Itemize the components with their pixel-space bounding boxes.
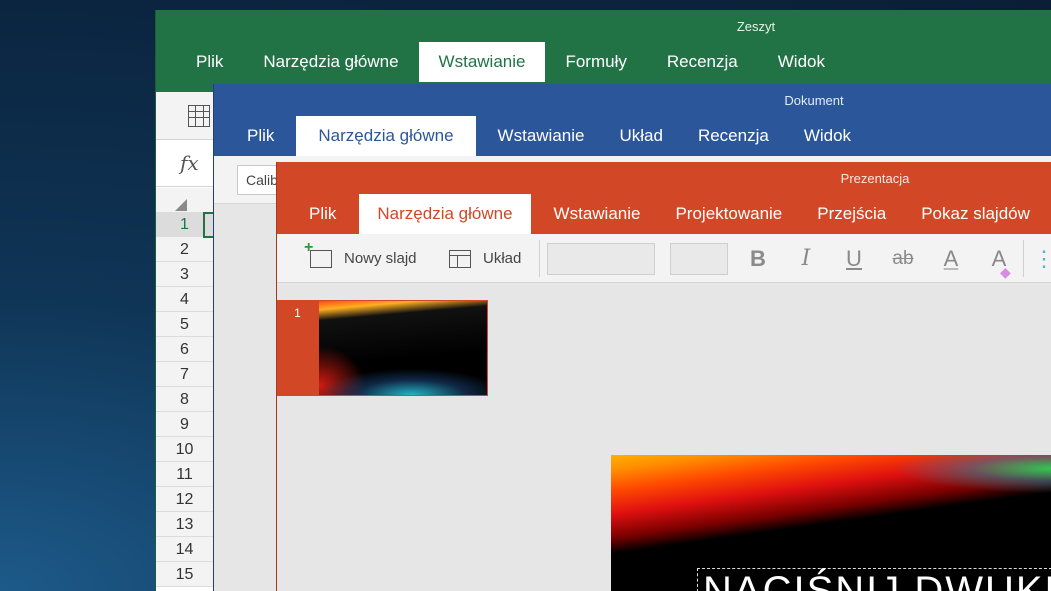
layout-button[interactable]: Układ (449, 234, 522, 282)
row-header[interactable]: 9 (156, 412, 214, 437)
underline-button[interactable]: U (839, 234, 869, 282)
powerpoint-window: Prezentacja Plik Narzędzia główne Wstawi… (276, 162, 1051, 591)
toolbar-divider (1023, 240, 1024, 277)
function-icon[interactable]: fx (180, 151, 199, 175)
highlight-button[interactable]: A ◆ (984, 234, 1014, 282)
slide-thumbnail-number: 1 (277, 300, 318, 396)
ppt-tab-przejscia[interactable]: Przejścia (805, 194, 898, 234)
row-header[interactable]: 4 (156, 287, 214, 312)
powerpoint-titlebar: Prezentacja Plik Narzędzia główne Wstawi… (277, 162, 1051, 234)
bold-button[interactable]: B (743, 234, 773, 282)
ppt-tab-pokaz-slajdow[interactable]: Pokaz slajdów (909, 194, 1042, 234)
italic-button[interactable]: I (791, 234, 821, 282)
excel-tab-narzedzia-glowne[interactable]: Narzędzia główne (243, 42, 418, 82)
row-header[interactable]: 11 (156, 462, 214, 487)
excel-tab-plik[interactable]: Plik (176, 42, 243, 82)
row-header[interactable]: 10 (156, 437, 214, 462)
word-tab-uklad[interactable]: Układ (606, 116, 675, 156)
highlighter-icon: ◆ (1000, 264, 1011, 280)
word-titlebar: Dokument Plik Narzędzia główne Wstawiani… (214, 84, 1051, 156)
row-header[interactable]: 6 (156, 337, 214, 362)
word-tab-recenzja[interactable]: Recenzja (685, 116, 782, 156)
row-header[interactable]: 3 (156, 262, 214, 287)
bullet-list-icon[interactable]: ⋮ (1029, 234, 1051, 282)
word-window-title: Dokument (784, 93, 844, 108)
row-header[interactable]: 8 (156, 387, 214, 412)
select-all-icon (175, 199, 187, 211)
row-header[interactable]: 12 (156, 487, 214, 512)
slide-title-text: NACIŚNIJ DWUKROTNIE (703, 569, 1051, 591)
excel-tab-formuly[interactable]: Formuły (545, 42, 646, 82)
slide-thumbnail[interactable] (318, 300, 488, 396)
row-header[interactable]: 15 (156, 562, 214, 587)
row-header[interactable]: 13 (156, 512, 214, 537)
new-slide-button[interactable]: + Nowy slajd (304, 234, 417, 282)
ppt-tab-wstawianie[interactable]: Wstawianie (542, 194, 653, 234)
excel-tab-recenzja[interactable]: Recenzja (647, 42, 758, 82)
new-slide-icon: + (304, 239, 332, 268)
font-name-dropdown[interactable] (547, 243, 655, 275)
excel-tab-wstawianie[interactable]: Wstawianie (418, 42, 546, 82)
table-icon[interactable] (188, 105, 210, 127)
ppt-tab-projektowanie[interactable]: Projektowanie (663, 194, 794, 234)
font-size-dropdown[interactable] (670, 243, 728, 275)
excel-titlebar: Zeszyt Plik Narzędzia główne Wstawianie … (156, 10, 1051, 92)
ppt-tab-plik[interactable]: Plik (297, 194, 348, 234)
word-tab-narzedzia-glowne[interactable]: Narzędzia główne (296, 116, 476, 156)
row-header[interactable]: 14 (156, 537, 214, 562)
word-tab-widok[interactable]: Widok (791, 116, 864, 156)
word-tab-plik[interactable]: Plik (234, 116, 287, 156)
excel-ribbon-tabs: Plik Narzędzia główne Wstawianie Formuły… (176, 42, 845, 82)
toolbar-divider (539, 240, 540, 277)
layout-icon (449, 249, 471, 268)
row-header[interactable]: 7 (156, 362, 214, 387)
row-header[interactable]: 2 (156, 237, 214, 262)
powerpoint-toolbar: + Nowy slajd Układ B I U ab A A ◆ ⋮ (277, 234, 1051, 283)
slide-canvas[interactable]: NACIŚNIJ DWUKROTNIE (611, 455, 1051, 591)
strikethrough-button[interactable]: ab (888, 234, 918, 282)
font-color-button[interactable]: A (936, 234, 966, 282)
word-tab-wstawianie[interactable]: Wstawianie (485, 116, 598, 156)
powerpoint-ribbon-tabs: Plik Narzędzia główne Wstawianie Projekt… (297, 194, 1051, 234)
ppt-tab-narzedzia-glowne[interactable]: Narzędzia główne (359, 194, 531, 234)
row-headers: 1 2 3 4 5 6 7 8 9 10 11 12 13 14 15 (156, 212, 214, 587)
powerpoint-window-title: Prezentacja (840, 171, 910, 186)
excel-tab-widok[interactable]: Widok (758, 42, 845, 82)
excel-window-title: Zeszyt (736, 19, 776, 34)
row-header[interactable]: 5 (156, 312, 214, 337)
new-slide-label: Nowy slajd (344, 250, 417, 267)
layout-label: Układ (483, 250, 522, 267)
word-ribbon-tabs: Plik Narzędzia główne Wstawianie Układ R… (234, 116, 873, 156)
slide-thumbnail-panel: 1 (277, 283, 488, 591)
